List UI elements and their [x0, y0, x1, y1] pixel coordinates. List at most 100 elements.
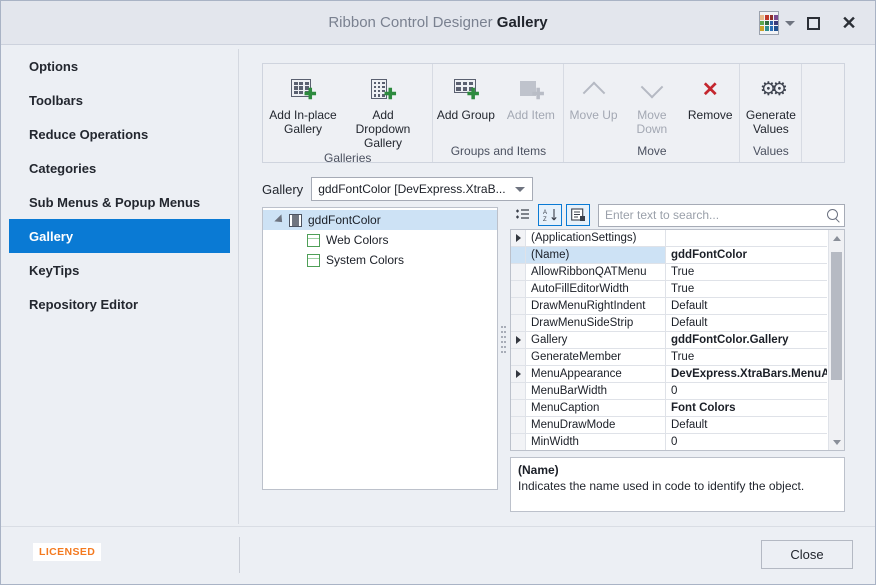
- add-item-icon: ✚: [519, 74, 544, 106]
- search-input[interactable]: Enter text to search...: [598, 203, 845, 227]
- ribbon-group-label: Move: [637, 144, 667, 158]
- remove-button[interactable]: ✕ Remove: [681, 70, 739, 122]
- sidebar-item-gallery[interactable]: Gallery: [9, 219, 230, 253]
- move-down-button: Move Down: [623, 70, 681, 136]
- page-title: Ribbon Control Designer Gallery: [1, 14, 875, 31]
- color-palette-button[interactable]: [759, 8, 795, 38]
- scroll-down-icon[interactable]: [829, 434, 844, 450]
- ribbon-group-empty: [802, 64, 844, 162]
- property-row[interactable]: MenuAppearance DevExpress.XtraBars.MenuA: [511, 366, 827, 383]
- property-row[interactable]: AutoFillEditorWidth True: [511, 281, 827, 298]
- sidebar-item-sub-menus-popup-menus[interactable]: Sub Menus & Popup Menus: [9, 185, 238, 219]
- property-row[interactable]: DrawMenuSideStrip Default: [511, 315, 827, 332]
- ribbon-control-designer-window: Ribbon Control Designer Gallery ✕ Option…: [0, 0, 876, 585]
- property-gutter: [511, 417, 526, 433]
- expand-collapse-icon[interactable]: [271, 214, 289, 226]
- sidebar-item-toolbars[interactable]: Toolbars: [9, 83, 238, 117]
- expand-property-icon[interactable]: [511, 366, 526, 382]
- property-value[interactable]: 0: [666, 383, 827, 399]
- property-name: MenuBarWidth: [526, 383, 666, 399]
- ribbon-group-label: [802, 143, 844, 162]
- tree-node-label: Web Colors: [326, 233, 389, 247]
- panel-splitter[interactable]: [498, 319, 508, 361]
- sidebar-item-reduce-operations[interactable]: Reduce Operations: [9, 117, 238, 151]
- property-row[interactable]: AllowRibbonQATMenu True: [511, 264, 827, 281]
- property-value[interactable]: gddFontColor.Gallery: [666, 332, 827, 348]
- property-description-title: (Name): [518, 463, 559, 477]
- gallery-tree[interactable]: gddFontColor Web Colors System Colors: [262, 207, 498, 490]
- property-value[interactable]: True: [666, 281, 827, 297]
- sidebar-item-repository-editor[interactable]: Repository Editor: [9, 287, 238, 321]
- property-row[interactable]: (Name) gddFontColor: [511, 247, 827, 264]
- ribbon-item-label: Add Group: [436, 108, 495, 122]
- property-grid-scrollbar[interactable]: [828, 230, 844, 450]
- expand-property-icon[interactable]: [511, 230, 526, 246]
- property-row[interactable]: (ApplicationSettings): [511, 230, 827, 247]
- gallery-combobox[interactable]: gddFontColor [DevExpress.XtraB...: [311, 177, 534, 201]
- maximize-button[interactable]: [795, 8, 831, 38]
- sidebar-item-label: Options: [29, 58, 79, 74]
- property-value[interactable]: True: [666, 264, 827, 280]
- property-value[interactable]: gddFontColor: [666, 247, 827, 263]
- property-value[interactable]: DevExpress.XtraBars.MenuA: [666, 366, 827, 382]
- properties-page-icon[interactable]: [566, 204, 590, 226]
- property-row[interactable]: MenuCaption Font Colors: [511, 400, 827, 417]
- scroll-up-icon[interactable]: [829, 230, 844, 246]
- gallery-selector-row: Gallery gddFontColor [DevExpress.XtraB..…: [262, 177, 534, 201]
- sidebar-item-label: Reduce Operations: [29, 126, 149, 142]
- property-row[interactable]: MenuBarWidth 0: [511, 383, 827, 400]
- ribbon-group-values: ⚙⚙ Generate Values Values: [740, 64, 803, 162]
- property-value[interactable]: Default: [666, 315, 827, 331]
- chevron-down-icon: [640, 74, 664, 106]
- ribbon-group-label: Galleries: [324, 151, 372, 165]
- tree-node[interactable]: gddFontColor: [263, 210, 497, 230]
- property-gutter: [511, 281, 526, 297]
- property-row[interactable]: DrawMenuRightIndent Default: [511, 298, 827, 315]
- ribbon-group-galleries: ✚ Add In-place Gallery ✚ Add Dropdown Galle…: [263, 64, 434, 165]
- expand-property-icon[interactable]: [511, 332, 526, 348]
- sidebar-item-label: KeyTips: [29, 262, 80, 278]
- property-name: AllowRibbonQATMenu: [526, 264, 666, 280]
- svg-text:A: A: [543, 210, 547, 216]
- main-panel: ✚ Add In-place Gallery ✚ Add Dropdown Galle…: [240, 49, 869, 524]
- sidebar-item-keytips[interactable]: KeyTips: [9, 253, 238, 287]
- add-in-place-gallery-button[interactable]: ✚ Add In-place Gallery: [263, 70, 343, 136]
- property-value[interactable]: Default: [666, 298, 827, 314]
- sidebar-item-options[interactable]: Options: [9, 49, 238, 83]
- footer-bar: LICENSED Close: [1, 526, 875, 584]
- tree-node[interactable]: Web Colors: [263, 230, 497, 250]
- property-gutter: [511, 349, 526, 365]
- property-value[interactable]: Default: [666, 417, 827, 433]
- close-button[interactable]: Close: [761, 540, 853, 569]
- add-group-button[interactable]: ✚ Add Group: [433, 70, 498, 122]
- add-dropdown-gallery-button[interactable]: ✚ Add Dropdown Gallery: [343, 70, 423, 150]
- property-value[interactable]: True: [666, 349, 827, 365]
- footer-divider: [239, 537, 240, 573]
- sort-alphabetical-icon[interactable]: A Z: [538, 204, 562, 226]
- property-name: (ApplicationSettings): [526, 230, 666, 246]
- generate-values-button[interactable]: ⚙⚙ Generate Values: [740, 70, 801, 137]
- property-row[interactable]: MinWidth 0: [511, 434, 827, 450]
- sidebar: Options Toolbars Reduce Operations Categori…: [9, 49, 239, 524]
- property-value[interactable]: Font Colors: [666, 400, 827, 416]
- property-grid-toolbar: A Z Enter text to search...: [510, 201, 845, 229]
- sidebar-item-categories[interactable]: Categories: [9, 151, 238, 185]
- add-item-button: ✚ Add Item: [498, 70, 563, 122]
- property-value[interactable]: [666, 230, 827, 246]
- gallery-group-icon: [307, 233, 320, 247]
- property-row[interactable]: Gallery gddFontColor.Gallery: [511, 332, 827, 349]
- tree-node[interactable]: System Colors: [263, 250, 497, 270]
- property-row[interactable]: MenuDrawMode Default: [511, 417, 827, 434]
- property-gutter: [511, 298, 526, 314]
- ribbon-item-label: Add In-place Gallery: [269, 108, 337, 136]
- close-window-button[interactable]: ✕: [831, 8, 867, 38]
- property-grid-table: (ApplicationSettings) (Name) gddFontColor A…: [510, 229, 845, 451]
- scrollbar-thumb[interactable]: [831, 252, 842, 380]
- ribbon-item-label: Move Up: [569, 108, 618, 122]
- tree-node-label: gddFontColor: [308, 213, 381, 227]
- move-up-button: Move Up: [564, 70, 622, 122]
- property-name: (Name): [526, 247, 666, 263]
- property-value[interactable]: 0: [666, 434, 827, 450]
- categorized-icon[interactable]: [510, 204, 534, 226]
- property-row[interactable]: GenerateMember True: [511, 349, 827, 366]
